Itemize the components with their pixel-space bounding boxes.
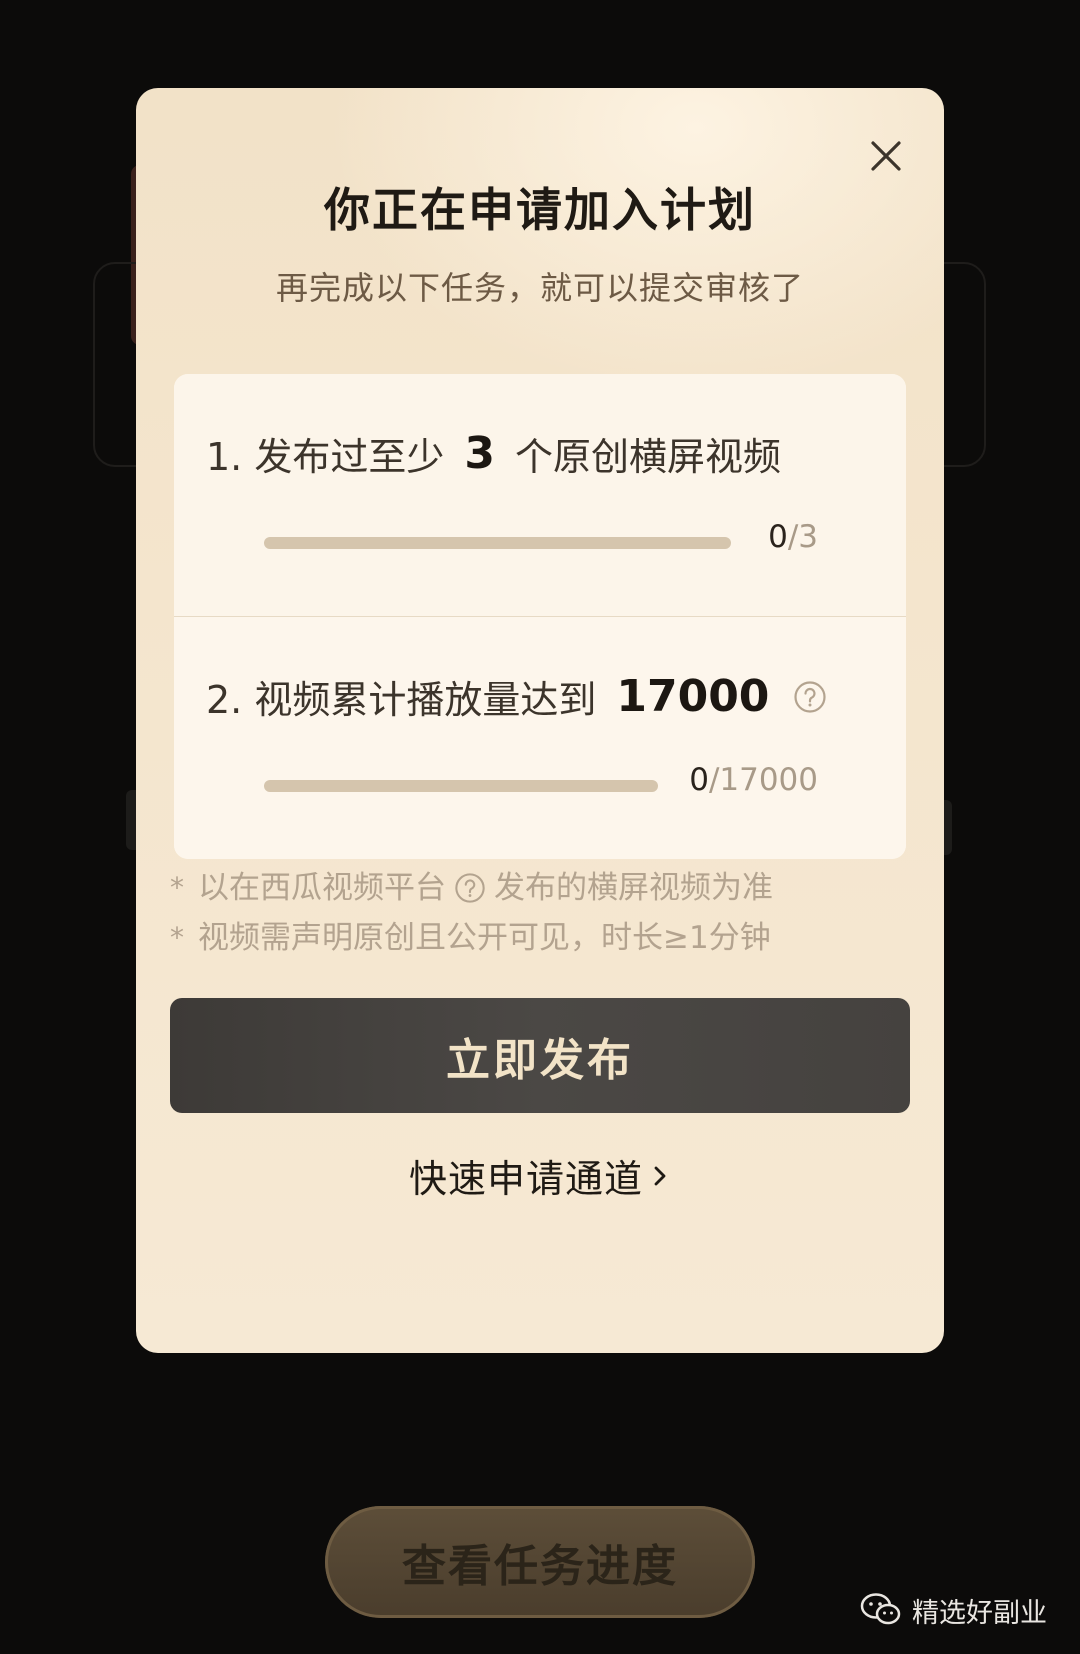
modal-subtitle: 再完成以下任务，就可以提交审核了 (275, 269, 804, 307)
task-list: 1. 发布过至少 3 个原创横屏视频 0/3 2. 视频累计播放量达到 1700… (174, 374, 906, 859)
close-icon[interactable] (868, 138, 904, 174)
progress-count: 0/3 (768, 519, 818, 555)
task-prefix: 2. 视频累计播放量达到 (206, 678, 597, 722)
publish-now-button[interactable]: 立即发布 (170, 998, 910, 1113)
task-suffix: 个原创横屏视频 (514, 435, 781, 479)
task-item: 2. 视频累计播放量达到 17000 0/17000 (174, 617, 906, 859)
note-text: 以在西瓜视频平台 (198, 870, 446, 906)
task-target-number: 17000 (616, 671, 770, 722)
task-description: 1. 发布过至少 3 个原创横屏视频 (206, 426, 781, 481)
view-task-progress-button[interactable]: 查看任务进度 (325, 1506, 755, 1618)
note-star: * (170, 921, 184, 954)
note-star: * (170, 871, 184, 904)
question-circle-icon[interactable] (793, 680, 827, 714)
note-line: * 视频需声明原创且公开可见，时长≥1分钟 (170, 913, 910, 963)
task-item: 1. 发布过至少 3 个原创横屏视频 0/3 (174, 374, 906, 616)
wechat-icon (860, 1593, 901, 1625)
progress-track (264, 537, 731, 549)
quick-apply-label: 快速申请通道 (408, 1157, 643, 1201)
task-target-number: 3 (464, 428, 495, 479)
progress-count: 0/17000 (689, 762, 818, 798)
note-text: 发布的横屏视频为准 (494, 870, 773, 906)
task-description: 2. 视频累计播放量达到 17000 (206, 669, 827, 724)
question-circle-icon[interactable] (454, 872, 486, 904)
modal-title: 你正在申请加入计划 (324, 183, 756, 237)
notes: * 以在西瓜视频平台 发布的横屏视频为准 * 视频需声明原创且公开可见，时长≥1… (170, 863, 910, 963)
chevron-right-icon (654, 1166, 666, 1185)
apply-plan-modal: 你正在申请加入计划 再完成以下任务，就可以提交审核了 1. 发布过至少 3 个原… (136, 88, 944, 1353)
watermark-text: 精选好副业 (912, 1597, 1047, 1629)
task-prefix: 1. 发布过至少 (206, 435, 445, 479)
watermark: 精选好副业 (860, 1585, 1047, 1635)
note-line: * 以在西瓜视频平台 发布的横屏视频为准 (170, 863, 910, 913)
quick-apply-link[interactable]: 快速申请通道 (136, 1148, 944, 1203)
progress-track (264, 780, 658, 792)
note-text: 视频需声明原创且公开可见，时长≥1分钟 (198, 920, 771, 956)
